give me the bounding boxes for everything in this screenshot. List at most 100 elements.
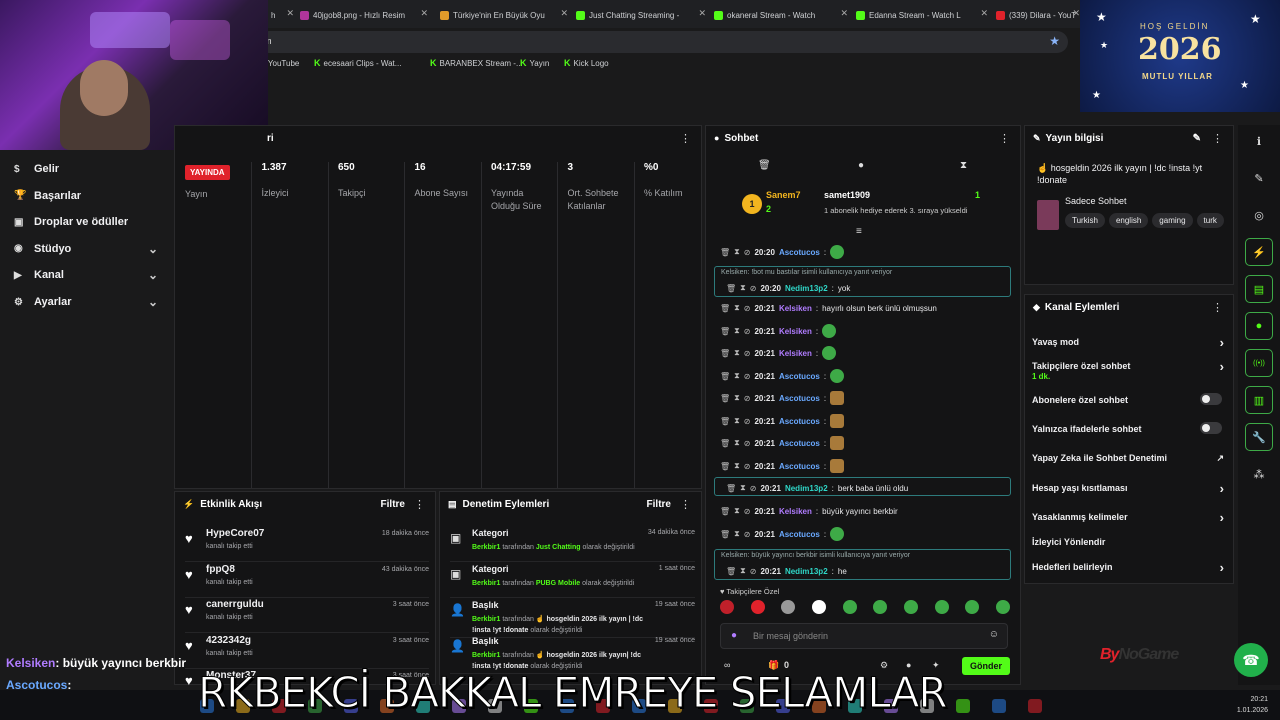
emote-option-icon[interactable] (811, 600, 826, 614)
help-support-icon[interactable]: ☎ (1234, 643, 1268, 677)
stream-tag[interactable]: gaming (1152, 213, 1193, 228)
channel-action-row[interactable]: Yavaş mod › (1032, 335, 1228, 350)
chevron-right-icon[interactable]: › (1220, 510, 1224, 525)
taskbar-app-icon[interactable] (956, 699, 970, 713)
timeout-icon[interactable]: ⧗ (734, 506, 740, 516)
delete-message-icon[interactable]: 🗑 (726, 284, 736, 293)
chevron-right-icon[interactable]: › (1220, 481, 1224, 496)
delete-message-icon[interactable]: 🗑 (720, 304, 730, 313)
channel-action-row[interactable]: Hesap yaşı kısıtlaması › (1032, 481, 1228, 496)
chat-mode-icon[interactable]: ● (858, 160, 864, 171)
info-icon[interactable]: ℹ (1245, 127, 1273, 155)
send-button[interactable]: Gönder (961, 657, 1010, 675)
timeout-icon[interactable]: ⧗ (734, 529, 740, 539)
ban-icon[interactable]: ⊘ (744, 530, 751, 539)
sidebar-item[interactable]: $ Gelir (14, 160, 164, 178)
activity-username[interactable]: 4232342g (206, 635, 251, 646)
ban-icon[interactable]: ⊘ (744, 507, 751, 516)
toggle-switch[interactable] (1200, 393, 1222, 405)
wrench-icon[interactable]: 🔧 (1245, 423, 1273, 451)
chevron-down-icon[interactable]: ⌄ (148, 242, 158, 256)
message-username[interactable]: Nedim13p2 (785, 284, 828, 293)
emoji-icon[interactable]: ☺ (989, 629, 999, 640)
hourglass-icon[interactable]: ⧗ (960, 160, 967, 171)
delete-message-icon[interactable]: 🗑 (720, 462, 730, 471)
community-icon[interactable]: ⁂ (1245, 460, 1273, 488)
chevron-down-icon[interactable]: ⌄ (148, 295, 158, 309)
message-username[interactable]: Ascotucos (779, 439, 820, 448)
channel-action-row[interactable]: Takipçilere özel sohbet 1 dk. › (1032, 359, 1228, 381)
moderation-more-icon[interactable]: ⋮ (680, 498, 691, 511)
ban-icon[interactable]: ⊘ (744, 417, 751, 426)
emote-option-icon[interactable] (781, 600, 796, 614)
message-username[interactable]: Ascotucos (779, 394, 820, 403)
toggle-switch[interactable] (1200, 422, 1222, 434)
emote-option-icon[interactable] (750, 600, 765, 614)
ban-icon[interactable]: ⊘ (750, 484, 757, 493)
camera-icon[interactable]: ◎ (1245, 201, 1273, 229)
tab-close-icon[interactable]: ✕ (1072, 8, 1080, 19)
timeout-icon[interactable]: ⧗ (734, 348, 740, 358)
delete-message-icon[interactable]: 🗑 (726, 484, 736, 493)
message-username[interactable]: Nedim13p2 (785, 567, 828, 576)
timeout-icon[interactable]: ⧗ (734, 303, 740, 313)
taskbar-app-icon[interactable] (992, 699, 1006, 713)
broadcast-icon[interactable]: ((•)) (1245, 349, 1273, 377)
bookmark-item[interactable]: K Kick Logo (564, 58, 609, 68)
activity-filter-button[interactable]: Filtre (381, 499, 405, 510)
chat-icon[interactable]: ● (1245, 312, 1273, 340)
timeout-icon[interactable]: ⧗ (740, 483, 746, 493)
address-bar[interactable]: m ★ (258, 31, 1068, 53)
note-icon[interactable]: ▤ (1245, 275, 1273, 303)
message-username[interactable]: Ascotucos (779, 417, 820, 426)
actions-more-icon[interactable]: ⋮ (1212, 301, 1223, 314)
browser-tab[interactable]: okaneral Stream - Watch ✕ (714, 6, 848, 24)
channel-action-row[interactable]: Yasaklanmış kelimeler › (1032, 510, 1228, 525)
sidebar-item[interactable]: ▣ Droplar ve ödüller (14, 213, 164, 231)
channel-action-row[interactable]: Abonelere özel sohbet (1032, 393, 1228, 405)
message-username[interactable]: Kelsiken (779, 507, 812, 516)
emote-option-icon[interactable] (720, 600, 734, 614)
emote-option-icon[interactable] (903, 600, 918, 614)
moderation-filter-button[interactable]: Filtre (647, 499, 671, 510)
browser-tab[interactable]: 40jgob8.png - Hızlı Resim ✕ (300, 6, 428, 24)
info-edit-icon[interactable]: ✎ (1193, 133, 1201, 144)
timeout-icon[interactable]: ⧗ (740, 566, 746, 576)
chat-more-icon[interactable]: ⋮ (999, 132, 1010, 145)
ban-icon[interactable]: ⊘ (744, 372, 751, 381)
sidebar-item[interactable]: ◉ Stüdyo ⌄ (14, 240, 164, 258)
delete-message-icon[interactable]: 🗑 (726, 567, 736, 576)
delete-message-icon[interactable]: 🗑 (720, 530, 730, 539)
message-username[interactable]: Ascotucos (779, 462, 820, 471)
chevron-right-icon[interactable]: › (1220, 560, 1224, 575)
channel-action-row[interactable]: Hedefleri belirleyin › (1032, 560, 1228, 575)
ban-icon[interactable]: ⊘ (744, 462, 751, 471)
tab-close-icon[interactable]: ✕ (698, 8, 706, 19)
stream-tag[interactable]: Turkish (1065, 213, 1105, 228)
chevron-right-icon[interactable]: › (1220, 359, 1224, 374)
ban-icon[interactable]: ⊘ (750, 284, 757, 293)
emote-option-icon[interactable] (873, 600, 888, 614)
delete-message-icon[interactable]: 🗑 (720, 439, 730, 448)
timeout-icon[interactable]: ⧗ (734, 247, 740, 257)
channel-action-row[interactable]: Yapay Zeka ile Sohbet Denetimi ↗ (1032, 453, 1228, 463)
browser-tab[interactable]: Just Chatting Streaming - ✕ (576, 6, 706, 24)
delete-message-icon[interactable]: 🗑 (720, 349, 730, 358)
activity-username[interactable]: fppQ8 (206, 564, 235, 575)
trash-icon[interactable]: 🗑 (758, 160, 771, 171)
ban-icon[interactable]: ⊘ (744, 327, 751, 336)
message-username[interactable]: Ascotucos (779, 530, 820, 539)
delete-message-icon[interactable]: 🗑 (720, 327, 730, 336)
browser-tab[interactable]: Edanna Stream - Watch L ✕ (856, 6, 988, 24)
ban-icon[interactable]: ⊘ (744, 248, 751, 257)
stream-tag[interactable]: turk (1196, 213, 1224, 228)
tab-close-icon[interactable]: ✕ (560, 8, 568, 19)
bookmark-item[interactable]: K BARANBEX Stream -... (430, 58, 523, 68)
timeout-icon[interactable]: ⧗ (734, 438, 740, 448)
delete-message-icon[interactable]: 🗑 (720, 372, 730, 381)
timeout-icon[interactable]: ⧗ (734, 416, 740, 426)
bookmark-star-icon[interactable]: ★ (1049, 34, 1060, 48)
stats-more-icon[interactable]: ⋮ (680, 132, 691, 145)
message-username[interactable]: Kelsiken (779, 304, 812, 313)
sidebar-item[interactable]: ⚙ Ayarlar ⌄ (14, 293, 164, 311)
